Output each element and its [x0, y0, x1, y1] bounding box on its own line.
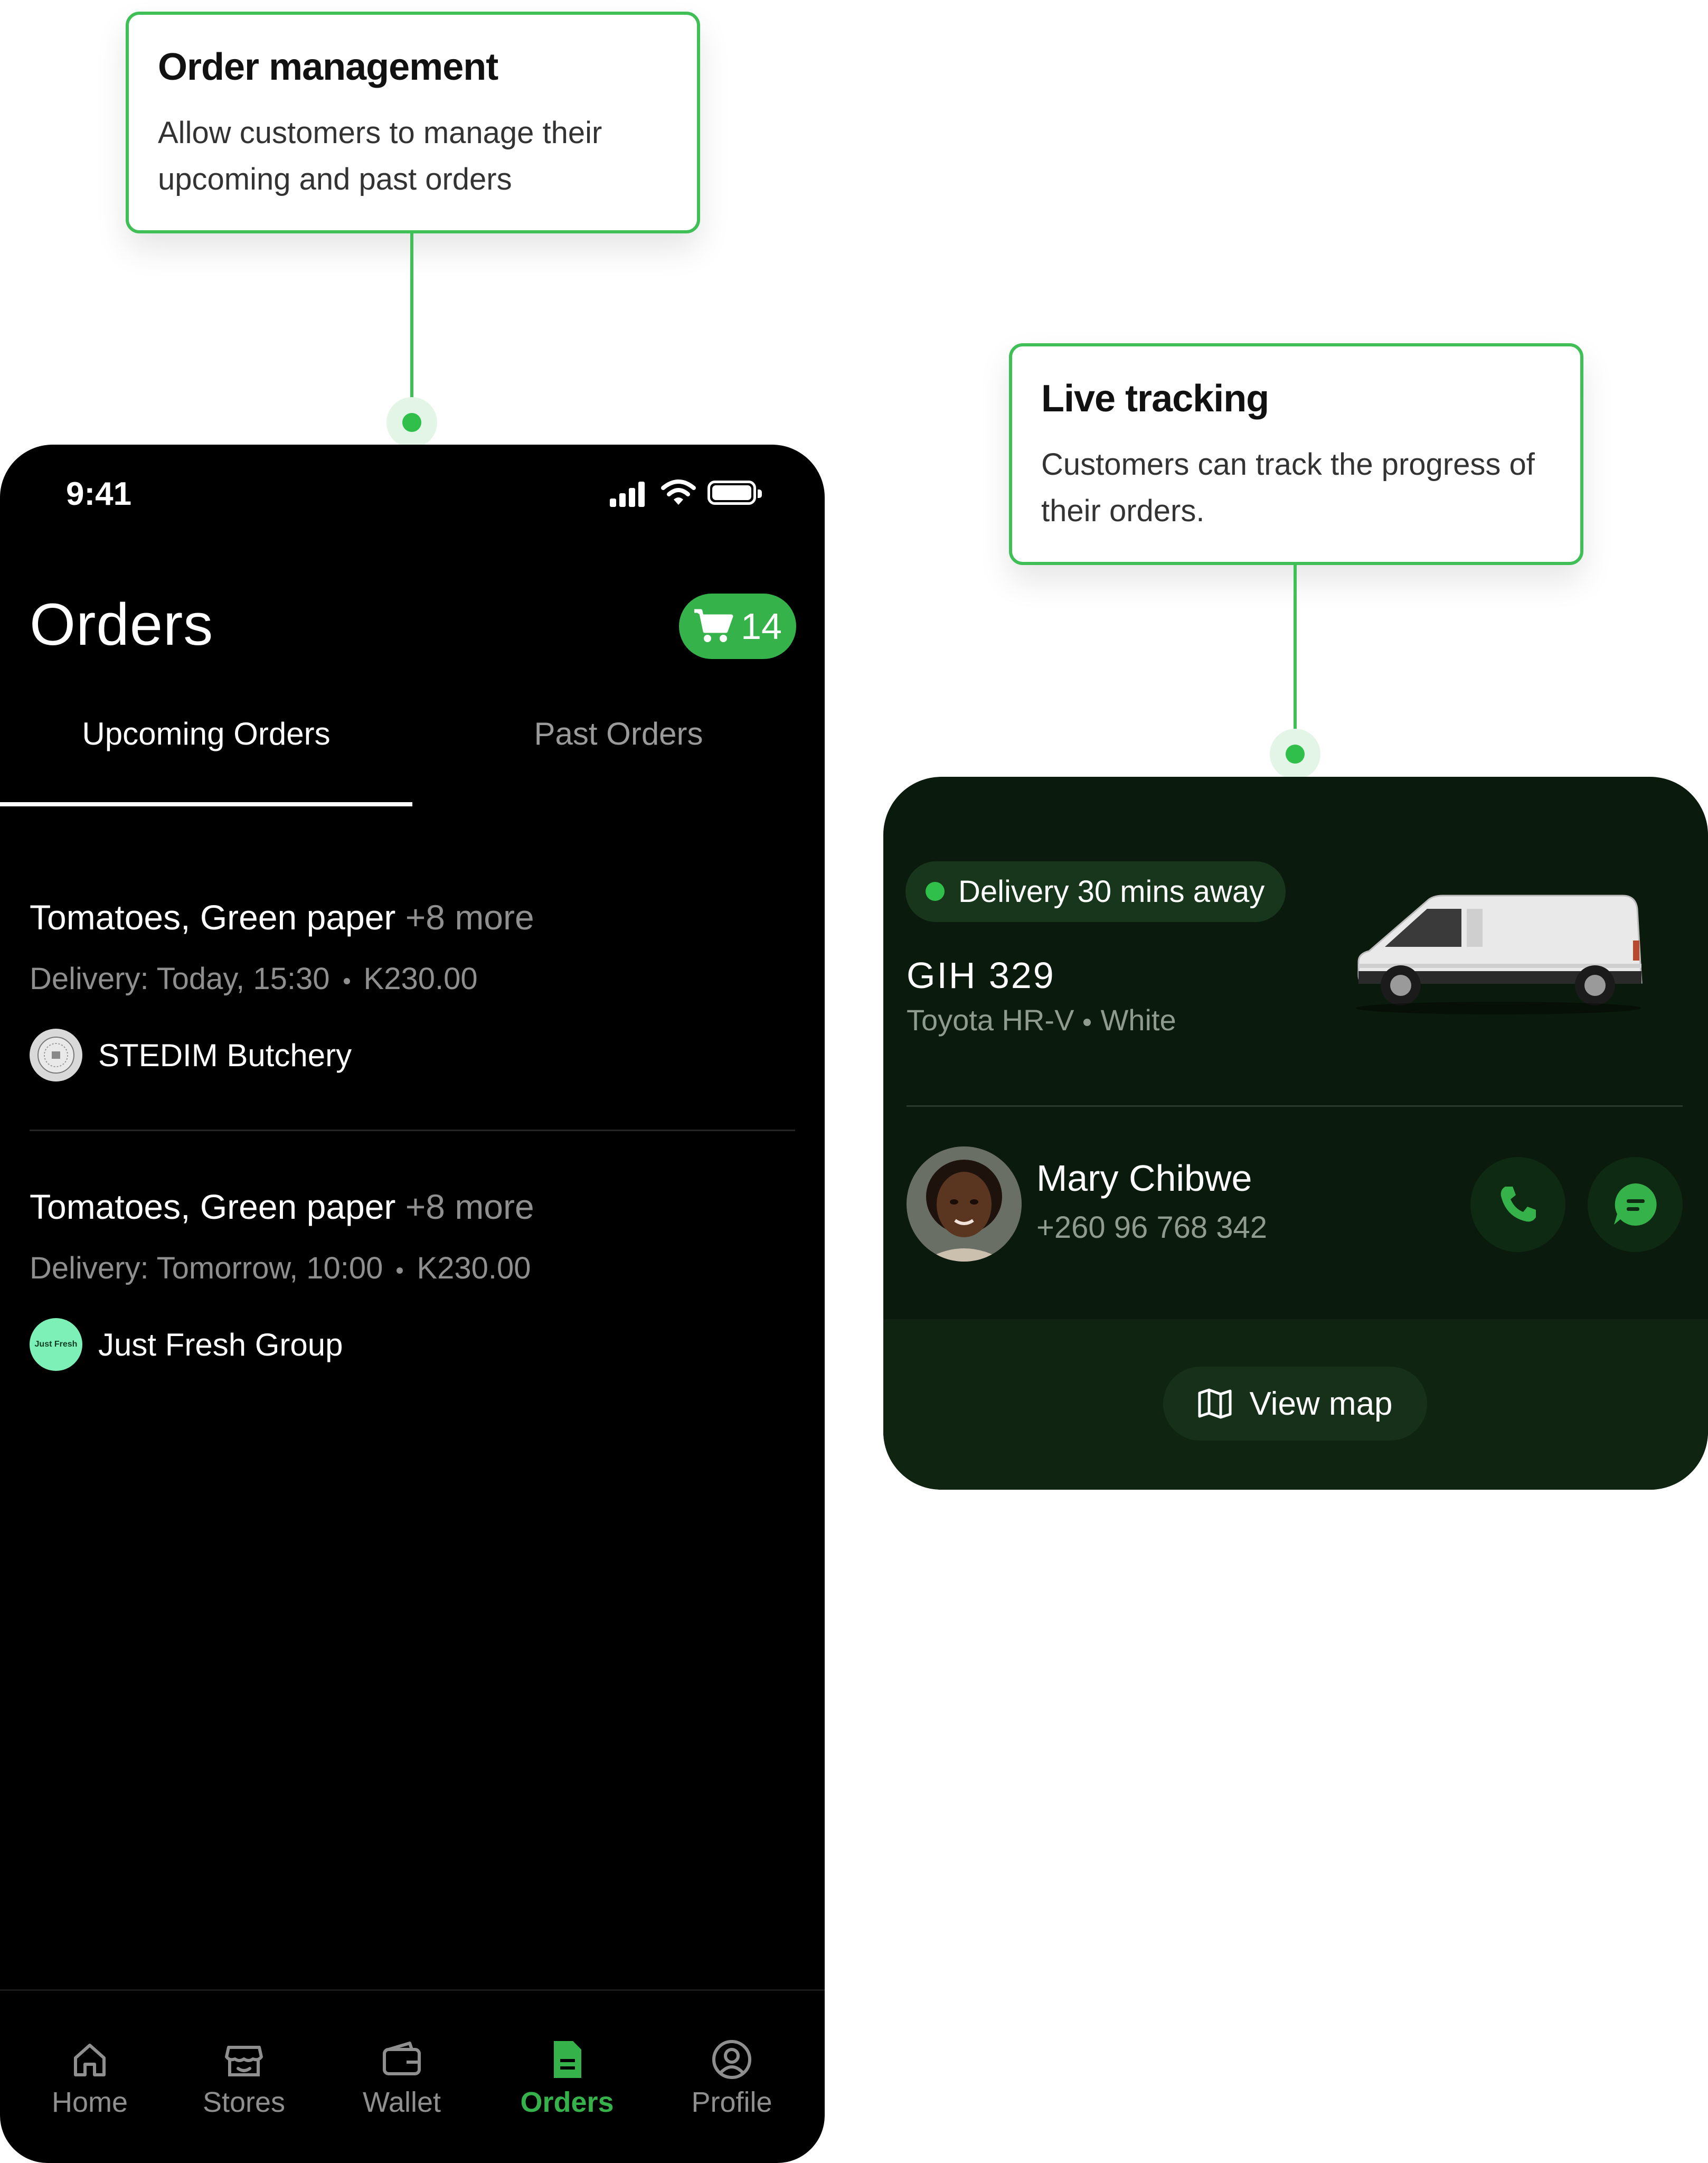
active-tab-indicator — [0, 802, 412, 806]
vehicle-color: White — [1100, 1003, 1176, 1037]
meta-separator — [343, 977, 350, 984]
bottom-nav: Home Stores Wallet Orders Profile — [0, 1989, 825, 2163]
callout-title: Order management — [158, 46, 498, 88]
status-bar: 9:41 — [0, 445, 825, 550]
callout-body: Allow customers to manage their upcoming… — [158, 116, 602, 196]
cart-icon — [694, 609, 733, 642]
battery-icon — [707, 481, 762, 505]
chat-icon — [1614, 1183, 1657, 1226]
driver-phone: +260 96 768 342 — [1036, 1210, 1268, 1245]
order-card[interactable]: Tomatoes, Green paper +8 more Delivery: … — [30, 1183, 795, 1371]
order-items: Tomatoes, Green paper +8 more — [30, 1183, 795, 1230]
status-time: 9:41 — [66, 476, 132, 512]
nav-stores-label: Stores — [202, 2086, 286, 2118]
callout-anchor-dot — [386, 397, 437, 448]
view-map-label: View map — [1249, 1385, 1393, 1422]
nav-home[interactable]: Home — [7, 1991, 172, 2149]
cart-count: 14 — [741, 606, 782, 647]
order-items: Tomatoes, Green paper +8 more — [30, 894, 795, 941]
order-card[interactable]: Tomatoes, Green paper +8 more Delivery: … — [30, 894, 795, 1082]
vehicle-model: Toyota HR-V — [907, 1003, 1074, 1037]
order-amount: K230.00 — [417, 1251, 531, 1285]
order-amount: K230.00 — [363, 962, 478, 996]
orders-icon — [554, 2041, 581, 2078]
order-meta: Delivery: Tomorrow, 10:00 K230.00 — [30, 1247, 795, 1290]
nav-orders-label: Orders — [520, 2086, 614, 2118]
store-logo: Just Fresh — [30, 1318, 82, 1371]
order-more-count: +8 more — [405, 898, 534, 937]
callout-live-tracking: Live tracking Customers can track the pr… — [1009, 343, 1583, 565]
nav-wallet-label: Wallet — [362, 2086, 441, 2118]
order-more-count: +8 more — [405, 1187, 534, 1226]
order-tabs: Upcoming Orders Past Orders — [0, 709, 825, 772]
nav-profile-label: Profile — [691, 2086, 772, 2118]
order-divider — [30, 1130, 795, 1131]
phone-screen: 9:41 Orders 14 Upcoming Orders Past Orde… — [0, 445, 825, 2163]
driver-avatar — [907, 1146, 1022, 1262]
profile-icon — [712, 2040, 751, 2079]
nav-wallet[interactable]: Wallet — [319, 1991, 484, 2149]
call-button[interactable] — [1470, 1157, 1565, 1252]
meta-separator — [397, 1267, 403, 1274]
order-items-text: Tomatoes, Green paper — [30, 1187, 396, 1226]
order-delivery: Delivery: Tomorrow, 10:00 — [30, 1251, 383, 1285]
signal-icon — [610, 482, 647, 507]
view-map-button[interactable]: View map — [1163, 1367, 1427, 1441]
vehicle-details: Toyota HR-V White — [907, 1003, 1176, 1037]
store-name: Just Fresh Group — [98, 1327, 343, 1362]
nav-orders[interactable]: Orders — [485, 1991, 649, 2149]
tab-past-orders[interactable]: Past Orders — [412, 709, 825, 759]
order-meta: Delivery: Today, 15:30 K230.00 — [30, 958, 795, 1000]
home-icon — [74, 2044, 106, 2076]
cart-button[interactable]: 14 — [679, 594, 796, 659]
map-icon — [1198, 1388, 1232, 1419]
vehicle-plate: GIH 329 — [907, 955, 1055, 996]
page-title: Orders — [30, 591, 214, 657]
store-name: STEDIM Butchery — [98, 1037, 352, 1073]
callout-order-management: Order management Allow customers to mana… — [126, 12, 700, 233]
wallet-icon — [383, 2042, 421, 2075]
phone-icon — [1501, 1187, 1536, 1222]
callout-body: Customers can track the progress of thei… — [1041, 447, 1535, 528]
order-items-text: Tomatoes, Green paper — [30, 898, 396, 937]
wifi-icon — [661, 479, 696, 505]
delivery-van-image — [1356, 895, 1643, 1014]
live-tracking-card: Delivery 30 mins away GIH 329 Toyota HR-… — [883, 777, 1708, 1490]
order-delivery: Delivery: Today, 15:30 — [30, 962, 330, 996]
meta-separator — [1083, 1019, 1091, 1027]
tab-upcoming-orders[interactable]: Upcoming Orders — [0, 709, 412, 759]
order-store: STEDIM Butchery — [30, 1029, 795, 1082]
nav-stores[interactable]: Stores — [162, 1991, 326, 2149]
callout-connector — [1294, 565, 1297, 739]
store-logo — [30, 1029, 82, 1082]
callout-title: Live tracking — [1041, 378, 1269, 420]
store-icon — [225, 2046, 263, 2076]
callout-connector — [410, 233, 413, 408]
nav-home-label: Home — [51, 2086, 128, 2118]
driver-name: Mary Chibwe — [1036, 1158, 1252, 1199]
eta-badge: Delivery 30 mins away — [905, 861, 1286, 922]
order-store: Just Fresh Just Fresh Group — [30, 1318, 795, 1371]
tracking-divider — [907, 1105, 1683, 1107]
store-logo-text: Just Fresh — [34, 1340, 78, 1349]
nav-profile[interactable]: Profile — [649, 1991, 814, 2149]
callout-anchor-dot — [1270, 729, 1320, 779]
message-button[interactable] — [1588, 1157, 1683, 1252]
